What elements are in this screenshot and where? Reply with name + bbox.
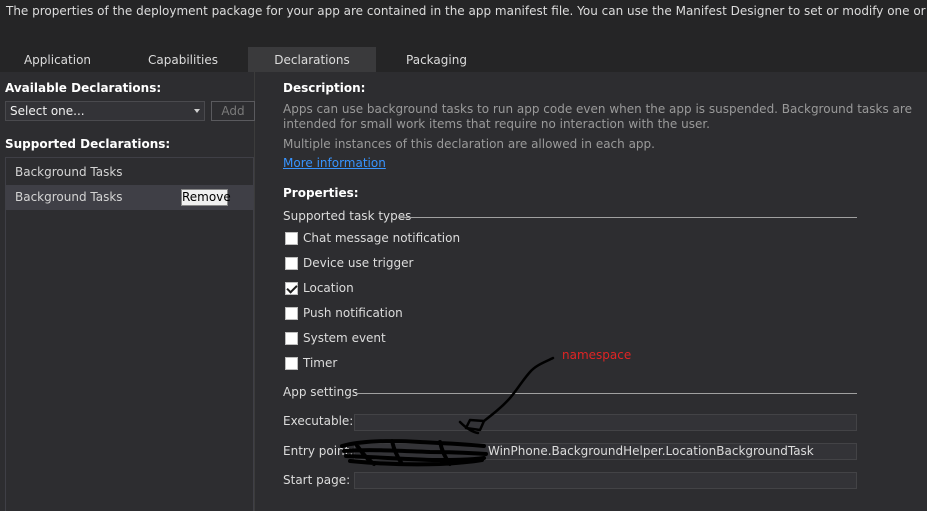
checkbox-label: Chat message notification	[303, 231, 461, 245]
checkbox[interactable]	[285, 232, 298, 245]
description-line-3: Multiple instances of this declaration a…	[283, 137, 655, 151]
checkbox-label: Location	[303, 281, 354, 295]
start-page-label: Start page:	[283, 473, 351, 487]
declaration-select[interactable]: Select one...	[5, 101, 205, 121]
list-item-label: Background Tasks	[15, 165, 123, 179]
properties-title: Properties:	[283, 186, 359, 200]
available-declarations-title: Available Declarations:	[5, 81, 162, 95]
remove-button[interactable]: Remove	[181, 189, 231, 206]
checkbox-label: System event	[303, 331, 386, 345]
description-line-2: intended for small work items that requi…	[283, 117, 710, 131]
checkbox-label: Timer	[303, 356, 338, 370]
task-types-label: Supported task types	[283, 209, 412, 223]
divider	[398, 217, 857, 218]
tab-packaging[interactable]: Packaging	[385, 47, 488, 72]
app-settings-group-header: App settings	[283, 385, 857, 401]
supported-declarations-title: Supported Declarations:	[5, 137, 171, 151]
right-panel: Description: Apps can use background tas…	[283, 72, 912, 511]
executable-input[interactable]	[354, 414, 857, 431]
description-line-1: Apps can use background tasks to run app…	[283, 102, 912, 116]
tab-declarations[interactable]: Declarations	[248, 47, 376, 72]
description-title: Description:	[283, 81, 366, 95]
divider	[355, 393, 857, 394]
list-item-label: Background Tasks	[15, 190, 123, 204]
task-types-group-header: Supported task types	[283, 209, 857, 225]
add-button[interactable]: Add	[211, 101, 255, 121]
checkbox[interactable]	[285, 357, 298, 370]
declaration-select-value: Select one...	[10, 104, 85, 118]
declarations-panel: Available Declarations: Select one... Ad…	[0, 72, 927, 511]
start-page-input[interactable]	[354, 472, 857, 489]
tab-strip: Application Capabilities Declarations Pa…	[0, 47, 927, 72]
list-item[interactable]: Background Tasks	[6, 160, 253, 185]
tab-capabilities[interactable]: Capabilities	[127, 47, 239, 72]
info-bar-text: The properties of the deployment package…	[6, 4, 927, 18]
chevron-down-icon	[194, 109, 200, 113]
tab-application[interactable]: Application	[0, 47, 115, 72]
checkbox-label: Device use trigger	[303, 256, 414, 270]
app-settings-label: App settings	[283, 385, 359, 399]
checkbox[interactable]	[285, 307, 298, 320]
checkbox[interactable]	[285, 332, 298, 345]
entry-point-label: Entry point:	[283, 444, 354, 458]
entry-point-value: WinPhone.BackgroundHelper.LocationBackgr…	[488, 444, 814, 458]
checkbox[interactable]	[285, 257, 298, 270]
executable-label: Executable:	[283, 414, 354, 428]
entry-point-input[interactable]: WinPhone.BackgroundHelper.LocationBackgr…	[354, 443, 857, 460]
checkbox-label: Push notification	[303, 306, 403, 320]
left-panel: Available Declarations: Select one... Ad…	[0, 72, 255, 511]
list-item-selected[interactable]: Background Tasks Remove	[6, 185, 253, 210]
info-bar: The properties of the deployment package…	[0, 0, 927, 24]
more-information-link[interactable]: More information	[283, 156, 386, 170]
checkbox-checked[interactable]	[285, 282, 298, 295]
supported-declarations-list: Background Tasks Background Tasks Remove	[5, 157, 254, 511]
namespace-annotation: namespace	[562, 348, 632, 362]
